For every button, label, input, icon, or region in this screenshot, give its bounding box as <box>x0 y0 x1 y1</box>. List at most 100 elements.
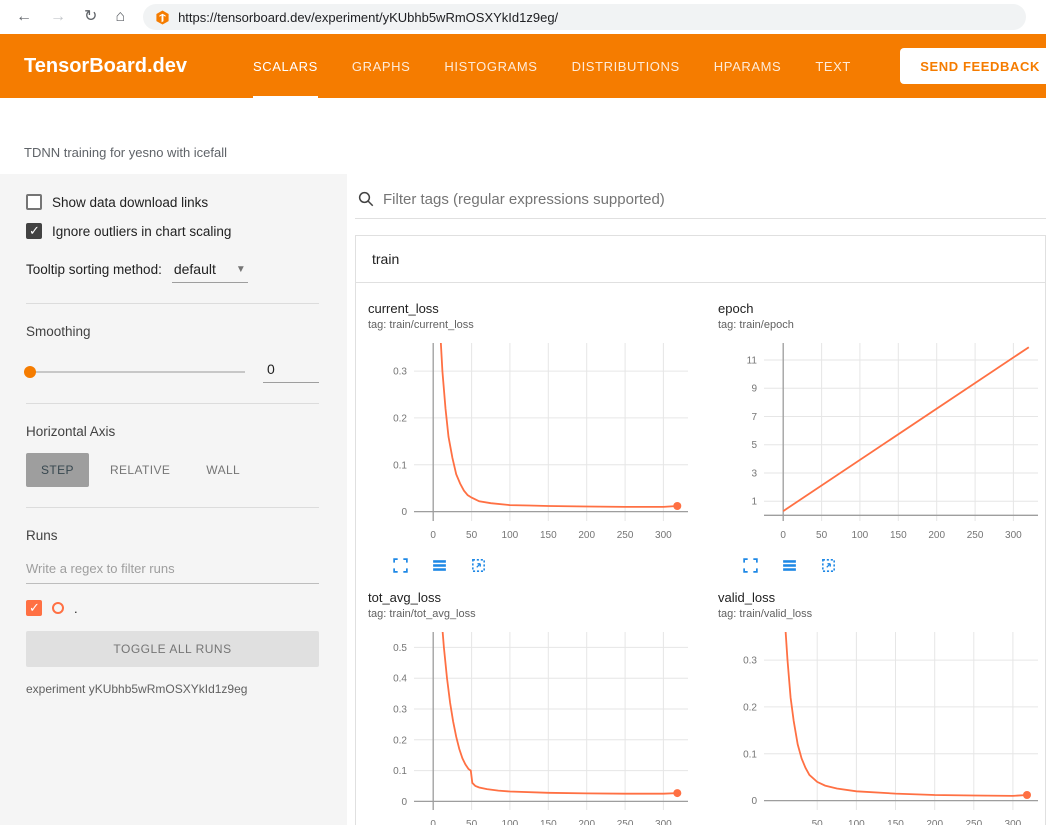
tooltip-sorting-dropdown[interactable]: default ▼ <box>172 261 248 283</box>
tag-group-title[interactable]: train <box>356 236 1045 283</box>
runs-table-icon[interactable] <box>781 557 798 574</box>
axis-button-wall[interactable]: WALL <box>191 453 255 487</box>
experiment-id-text: experiment yKUbhb5wRmOSXYkId1z9eg <box>26 682 319 696</box>
svg-text:200: 200 <box>926 819 943 825</box>
svg-text:300: 300 <box>655 530 672 541</box>
svg-text:300: 300 <box>1005 819 1022 825</box>
svg-text:200: 200 <box>928 530 945 541</box>
slider-thumb[interactable] <box>24 366 36 378</box>
svg-text:0: 0 <box>430 819 436 825</box>
svg-text:100: 100 <box>502 819 519 825</box>
smoothing-label: Smoothing <box>26 324 319 339</box>
divider <box>26 303 319 304</box>
tab-hparams[interactable]: HPARAMS <box>714 34 782 98</box>
svg-text:0.2: 0.2 <box>393 735 407 746</box>
chart-tag: tag: train/epoch <box>718 319 1046 331</box>
smoothing-slider[interactable] <box>26 371 245 373</box>
axis-button-relative[interactable]: RELATIVE <box>95 453 185 487</box>
svg-text:250: 250 <box>967 530 984 541</box>
tab-graphs[interactable]: GRAPHS <box>352 34 411 98</box>
search-icon <box>357 190 375 208</box>
svg-text:50: 50 <box>816 530 828 541</box>
tooltip-sorting-value: default <box>174 261 216 277</box>
line-chart[interactable]: 0501001502002503001357911 <box>718 335 1046 550</box>
content-row: Show data download links Ignore outliers… <box>0 174 1046 825</box>
show-download-links-label: Show data download links <box>52 195 208 210</box>
tooltip-sorting-row: Tooltip sorting method: default ▼ <box>26 261 319 283</box>
svg-text:150: 150 <box>887 819 904 825</box>
svg-text:100: 100 <box>852 530 869 541</box>
tab-histograms[interactable]: HISTOGRAMS <box>444 34 537 98</box>
smoothing-slider-row: 0 <box>26 361 319 383</box>
svg-text:0.3: 0.3 <box>393 705 407 716</box>
line-chart[interactable]: 5010015020025030000.10.20.3 <box>718 624 1046 825</box>
svg-text:100: 100 <box>502 530 519 541</box>
svg-text:200: 200 <box>578 530 595 541</box>
svg-text:50: 50 <box>466 530 478 541</box>
tensorboard-favicon <box>155 10 170 25</box>
axis-button-step[interactable]: STEP <box>26 453 89 487</box>
url-text: https://tensorboard.dev/experiment/yKUbh… <box>178 10 558 25</box>
checkbox-checked-icon <box>26 223 42 239</box>
divider <box>26 507 319 508</box>
svg-text:250: 250 <box>617 819 634 825</box>
tab-distributions[interactable]: DISTRIBUTIONS <box>572 34 680 98</box>
fit-domain-icon[interactable] <box>470 557 487 574</box>
expand-chart-icon[interactable] <box>742 557 759 574</box>
charts-grid: current_losstag: train/current_loss05010… <box>356 283 1045 825</box>
line-chart[interactable]: 05010015020025030000.10.20.3 <box>368 335 698 550</box>
svg-text:200: 200 <box>578 819 595 825</box>
chart-tag: tag: train/current_loss <box>368 319 698 331</box>
svg-text:7: 7 <box>751 412 757 423</box>
back-icon[interactable]: ← <box>16 9 32 25</box>
runs-filter-input[interactable] <box>26 555 319 584</box>
chart-title: epoch <box>718 301 1046 316</box>
svg-text:50: 50 <box>812 819 824 825</box>
chart-tag: tag: train/tot_avg_loss <box>368 608 698 620</box>
ignore-outliers-checkbox[interactable]: Ignore outliers in chart scaling <box>26 223 319 239</box>
scalar-chart-card: valid_losstag: train/valid_loss501001502… <box>712 584 1046 825</box>
runs-table-icon[interactable] <box>431 557 448 574</box>
svg-text:0: 0 <box>780 530 786 541</box>
chart-title: current_loss <box>368 301 698 316</box>
filter-tags-row <box>355 190 1046 219</box>
forward-icon[interactable]: → <box>50 9 66 25</box>
show-download-links-checkbox[interactable]: Show data download links <box>26 194 319 210</box>
svg-text:0.3: 0.3 <box>743 656 757 667</box>
svg-text:250: 250 <box>617 530 634 541</box>
svg-text:0: 0 <box>401 797 407 808</box>
svg-text:250: 250 <box>965 819 982 825</box>
svg-text:0.2: 0.2 <box>393 413 407 424</box>
svg-text:50: 50 <box>466 819 478 825</box>
expand-chart-icon[interactable] <box>392 557 409 574</box>
page: ← → ↻ ⌂ https://tensorboard.dev/experime… <box>0 0 1046 825</box>
svg-text:9: 9 <box>751 384 757 395</box>
tensorboard-logo[interactable]: TensorBoard.dev <box>24 55 187 78</box>
tab-text[interactable]: TEXT <box>815 34 851 98</box>
toggle-all-runs-button[interactable]: TOGGLE ALL RUNS <box>26 631 319 667</box>
scalar-chart-card: current_loss tag: train/current_loss 0 50 10… <box>362 295 698 582</box>
svg-text:0.3: 0.3 <box>393 367 407 378</box>
send-feedback-button[interactable]: SEND FEEDBACK <box>900 48 1046 84</box>
runs-label: Runs <box>26 528 319 543</box>
run-row[interactable]: . <box>26 600 319 616</box>
tab-scalars[interactable]: SCALARS <box>253 34 318 98</box>
filter-tags-input[interactable] <box>383 191 1046 208</box>
svg-text:0.1: 0.1 <box>393 460 407 471</box>
run-checkbox-checked-icon <box>26 600 42 616</box>
ignore-outliers-label: Ignore outliers in chart scaling <box>52 224 231 239</box>
line-chart[interactable]: 05010015020025030000.10.20.30.40.5 <box>368 624 698 825</box>
svg-text:5: 5 <box>751 440 757 451</box>
chart-title: tot_avg_loss <box>368 590 698 605</box>
chevron-down-icon: ▼ <box>236 264 246 275</box>
svg-text:0: 0 <box>401 507 407 518</box>
address-bar[interactable]: https://tensorboard.dev/experiment/yKUbh… <box>143 4 1026 30</box>
smoothing-value[interactable]: 0 <box>263 361 319 383</box>
run-name: . <box>74 601 78 616</box>
svg-text:0.4: 0.4 <box>393 674 407 685</box>
fit-domain-icon[interactable] <box>820 557 837 574</box>
svg-text:150: 150 <box>890 530 907 541</box>
home-icon[interactable]: ⌂ <box>115 9 125 25</box>
svg-text:0: 0 <box>430 530 436 541</box>
reload-icon[interactable]: ↻ <box>84 9 97 25</box>
